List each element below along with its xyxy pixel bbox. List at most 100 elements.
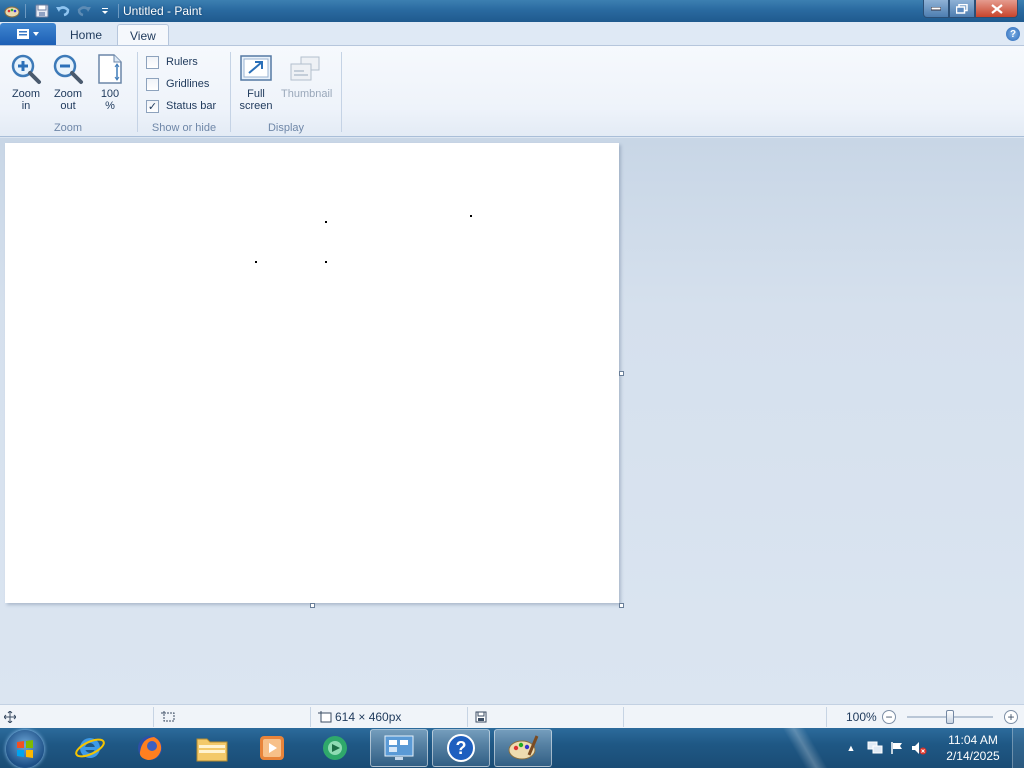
zoom-out-button[interactable]: Zoom out	[48, 52, 88, 118]
resize-handle-bottom[interactable]	[310, 603, 315, 608]
show-desktop-button[interactable]	[1012, 728, 1024, 768]
rulers-checkbox-row[interactable]: Rulers	[146, 54, 198, 70]
ribbon-tab-bar: Home View ?	[0, 22, 1024, 46]
maximize-button[interactable]	[949, 0, 975, 18]
show-hidden-icons-button[interactable]: ▲	[844, 743, 858, 753]
zoom-group: Zoom in Zoom out 100% Zoom	[0, 50, 136, 136]
customize-qat-icon[interactable]	[96, 3, 114, 19]
display-group: Full screen Thumbnail Display	[231, 50, 341, 136]
group-separator	[341, 52, 342, 132]
undo-icon[interactable]	[54, 3, 72, 19]
paint-app-icon[interactable]	[3, 3, 21, 19]
rulers-checkbox[interactable]	[146, 55, 159, 69]
tab-view[interactable]: View	[117, 24, 169, 46]
clock-date: 2/14/2025	[946, 749, 1000, 763]
zoom-slider-thumb[interactable]	[946, 710, 954, 724]
gridlines-checkbox-row[interactable]: Gridlines	[146, 76, 209, 92]
help-icon[interactable]: ?	[1006, 27, 1020, 41]
zoom-level-text: 100%	[846, 710, 877, 724]
drawing-canvas[interactable]	[5, 143, 619, 603]
taskbar-clock[interactable]: 11:04 AM 2/14/2025	[940, 732, 1006, 764]
resize-handle-corner[interactable]	[619, 603, 624, 608]
canvas-pixel	[470, 215, 472, 217]
selection-size-icon	[161, 705, 175, 729]
taskbar-internet-explorer[interactable]	[61, 729, 119, 767]
taskbar-firefox[interactable]	[121, 729, 179, 767]
minimize-icon	[931, 6, 941, 10]
window-title: Untitled - Paint	[123, 4, 202, 18]
canvas-pixel	[255, 261, 257, 263]
window-controls	[923, 0, 1018, 18]
status-divider	[467, 707, 468, 727]
thumbnail-button[interactable]: Thumbnail	[281, 52, 332, 118]
zoom-group-label: Zoom	[53, 122, 83, 134]
messenger-icon	[323, 736, 347, 760]
status-divider	[826, 707, 827, 727]
taskbar-help[interactable]: ?	[432, 729, 490, 767]
menu-icon	[17, 29, 39, 39]
title-bar: Untitled - Paint	[0, 0, 1024, 22]
clock-time: 11:04 AM	[948, 733, 998, 747]
zoom-in-label-2: in	[21, 100, 31, 112]
close-button[interactable]	[975, 0, 1018, 18]
media-player-icon	[260, 736, 284, 760]
zoom-in-label-1: Zoom	[11, 88, 41, 100]
zoom-100-button[interactable]: 100%	[90, 52, 130, 118]
thumbnail-icon	[289, 52, 321, 86]
taskbar-file-explorer[interactable]	[183, 729, 241, 767]
control-panel-icon	[384, 735, 414, 760]
zoom-out-icon	[52, 52, 84, 86]
gridlines-checkbox[interactable]	[146, 77, 159, 91]
paint-menu-button[interactable]	[0, 23, 56, 45]
qat-separator	[25, 4, 26, 18]
close-icon	[990, 3, 1003, 14]
start-button[interactable]	[6, 730, 44, 768]
cursor-position-icon	[4, 705, 16, 729]
status-bar-checkbox-row[interactable]: ✓ Status bar	[146, 98, 216, 114]
windows-logo-icon	[17, 740, 33, 758]
minimize-button[interactable]	[923, 0, 949, 18]
redo-icon[interactable]	[75, 3, 93, 19]
status-divider	[310, 707, 311, 727]
system-tray: ▲	[844, 728, 930, 768]
zoom-in-button[interactable]: Zoom in	[6, 52, 46, 118]
network-icon[interactable]	[864, 741, 886, 755]
zoom-100-label-1: 100	[100, 88, 120, 100]
qat-separator	[118, 4, 119, 18]
zoom-100-label-2: %	[105, 100, 115, 112]
taskbar-messenger[interactable]	[306, 729, 364, 767]
full-screen-button[interactable]: Full screen	[236, 52, 276, 118]
status-bar: 614 × 460px 100% − +	[0, 704, 1024, 728]
taskbar-control-panel[interactable]	[370, 729, 428, 767]
paint-icon	[508, 735, 539, 760]
canvas-pixel	[325, 261, 327, 263]
status-bar-checkbox[interactable]: ✓	[146, 99, 159, 113]
tab-home[interactable]: Home	[58, 24, 114, 46]
taskbar-paint[interactable]	[494, 729, 552, 767]
rulers-label: Rulers	[166, 56, 198, 68]
taskbar-media-player[interactable]	[243, 729, 301, 767]
firefox-icon	[138, 736, 162, 760]
canvas-size-display: 614 × 460px	[318, 705, 401, 729]
canvas-workspace	[0, 138, 1024, 704]
zoom-out-small-button[interactable]: −	[882, 710, 896, 724]
zoom-out-label-2: out	[60, 100, 76, 112]
file-size-icon	[475, 705, 487, 729]
file-explorer-icon	[196, 738, 228, 762]
save-icon[interactable]	[33, 3, 51, 19]
action-center-flag-icon[interactable]	[886, 741, 908, 755]
display-group-label: Display	[267, 122, 305, 134]
status-bar-label: Status bar	[166, 100, 217, 112]
volume-muted-icon[interactable]	[908, 741, 930, 755]
ribbon-view-panel: Zoom in Zoom out 100% Zoom Show or hide Ru…	[0, 45, 1024, 137]
quick-access-toolbar	[0, 2, 123, 20]
canvas-size-icon	[318, 711, 332, 723]
page-100-icon	[94, 52, 126, 86]
show-hide-group-label: Show or hide	[151, 122, 217, 134]
full-screen-label-2: screen	[239, 100, 273, 112]
status-divider	[623, 707, 624, 727]
zoom-in-icon	[10, 52, 42, 86]
zoom-in-small-button[interactable]: +	[1004, 710, 1018, 724]
zoom-out-label-1: Zoom	[53, 88, 83, 100]
resize-handle-right[interactable]	[619, 371, 624, 376]
